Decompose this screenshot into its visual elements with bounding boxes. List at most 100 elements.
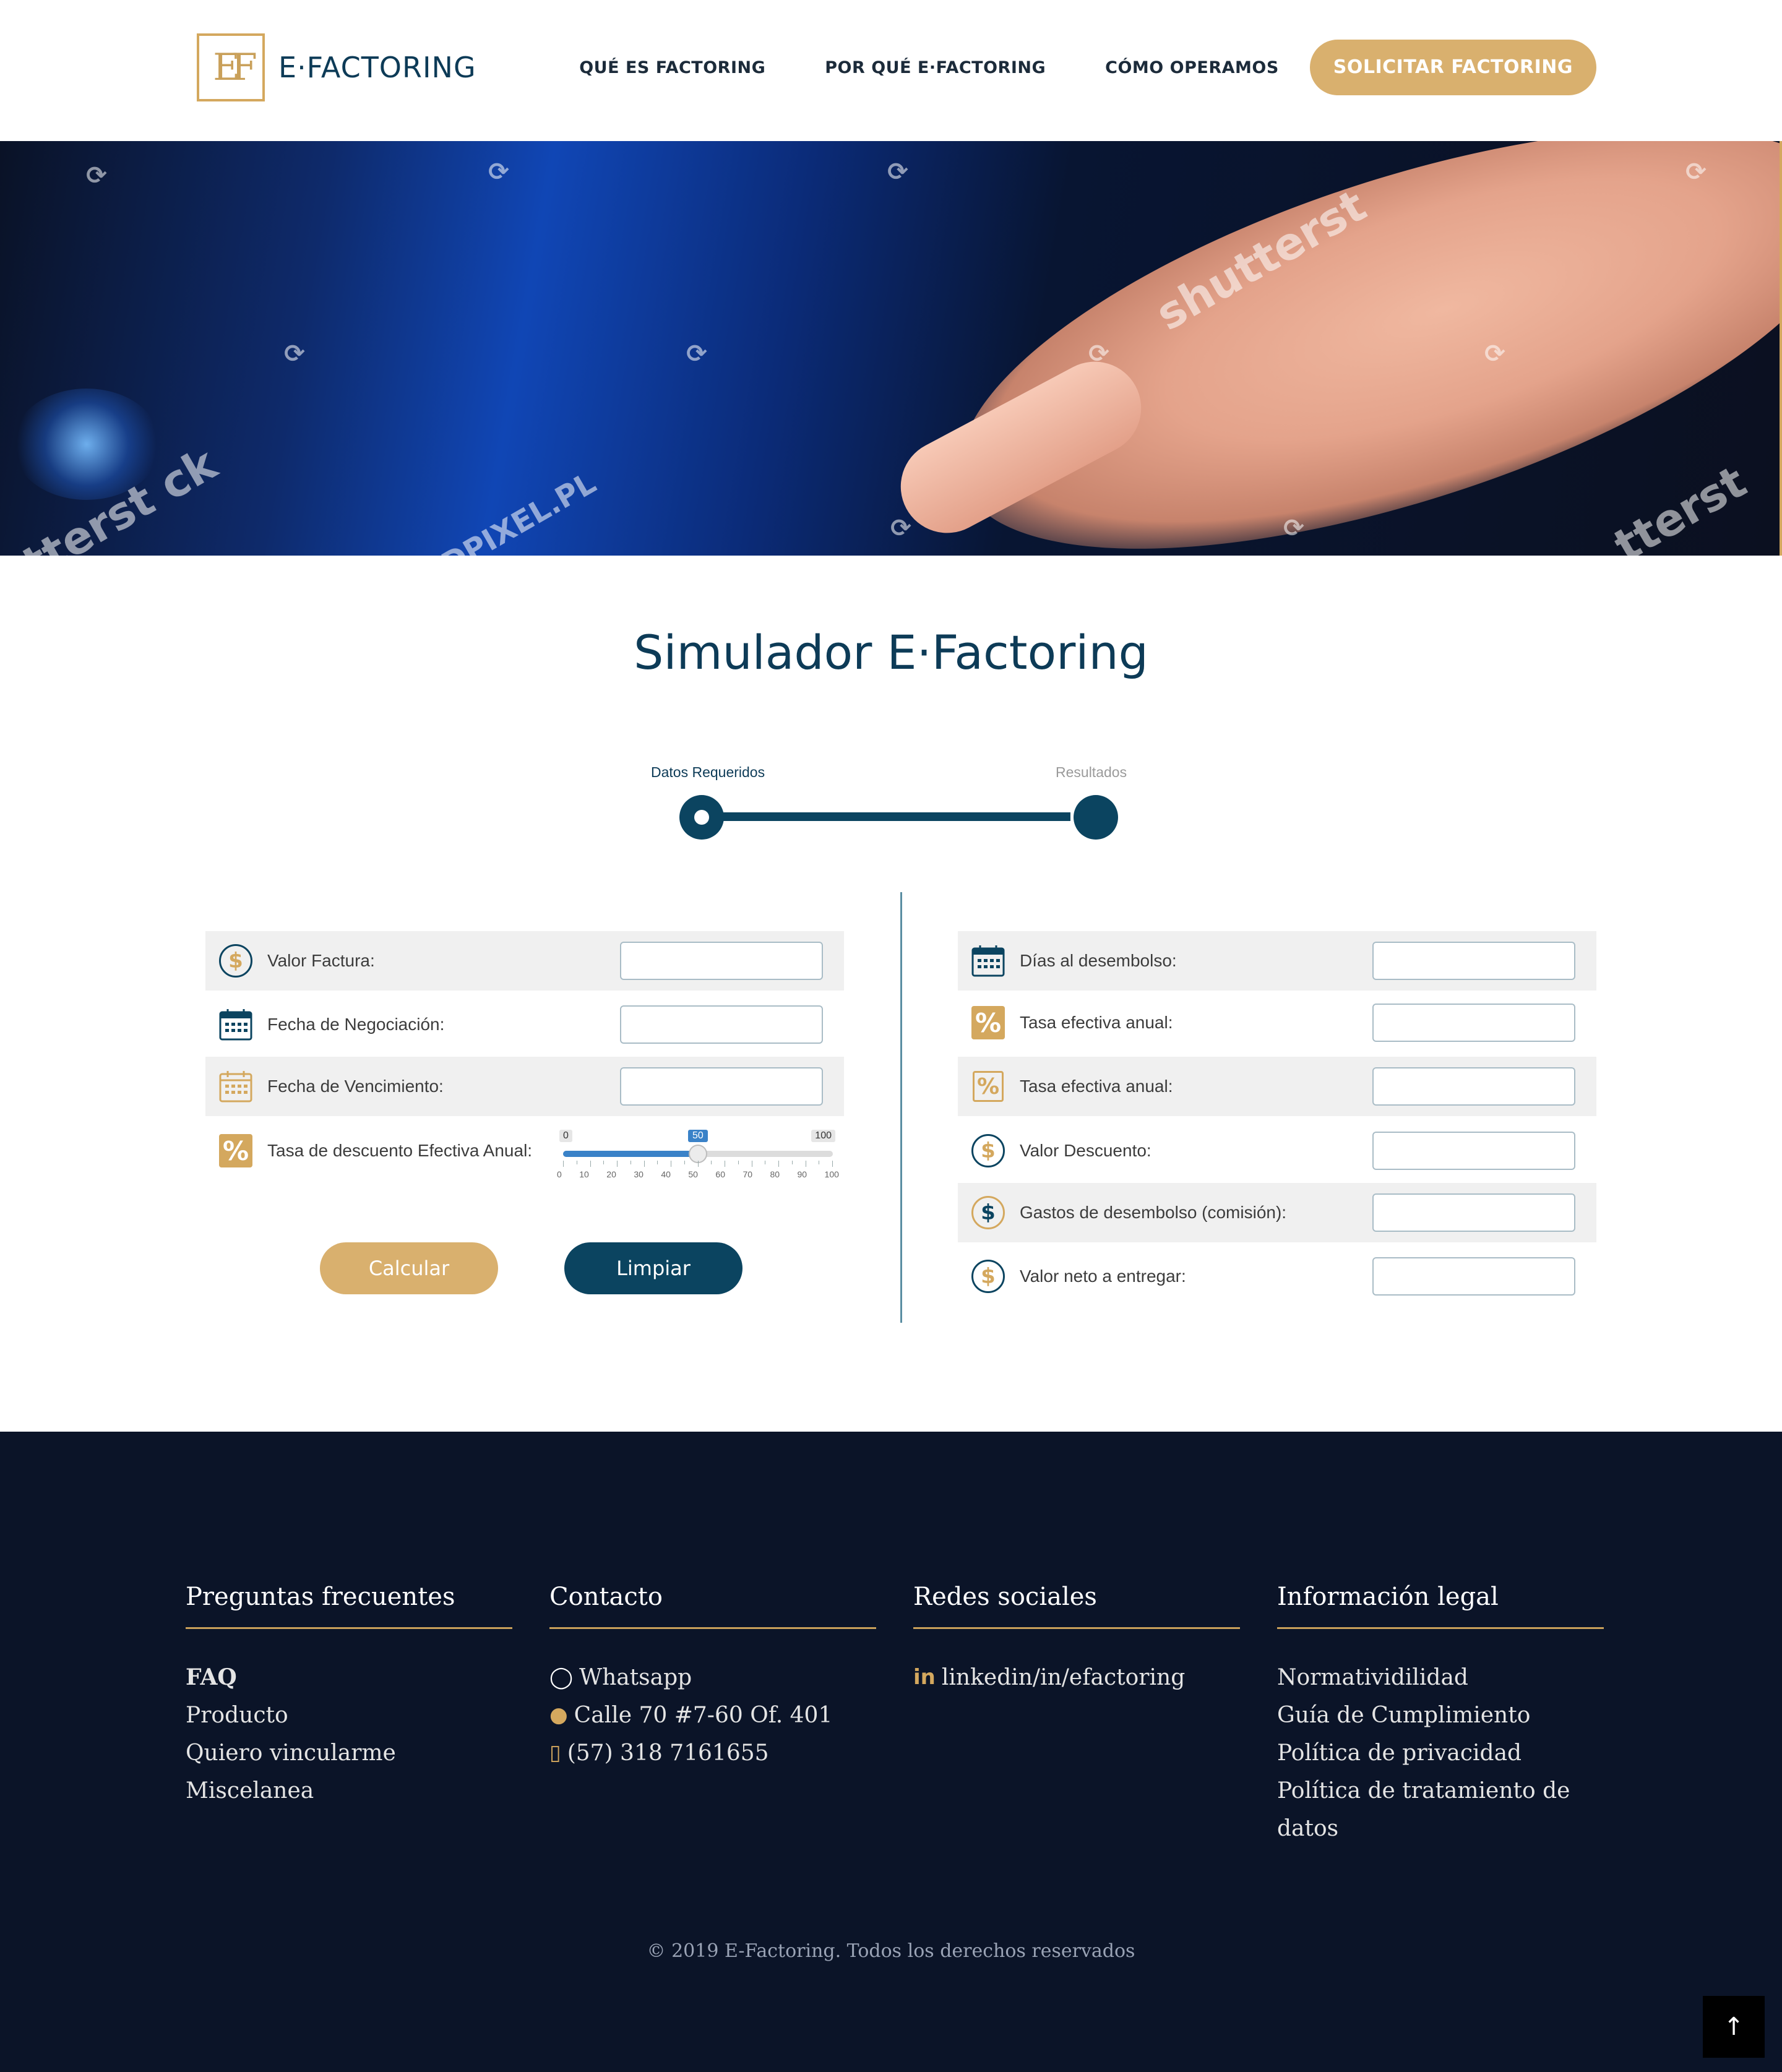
- calendar-icon: [970, 943, 1006, 979]
- slider-tick: [657, 1161, 658, 1164]
- slider-tick: [684, 1161, 685, 1164]
- footer-link-guia-cumplimiento[interactable]: Guía de Cumplimiento: [1277, 1696, 1604, 1734]
- field-valor-descuento: $ Valor Descuento:: [958, 1121, 1596, 1180]
- slider-tick: [617, 1161, 618, 1167]
- slider-tick: [590, 1161, 591, 1167]
- watermark-icon: ⟳: [1283, 514, 1304, 543]
- footer-link-linkedin[interactable]: in linkedin/in/efactoring: [913, 1659, 1240, 1696]
- field-label: Tasa efectiva anual:: [1020, 1013, 1173, 1032]
- dollar-circle-icon: $: [218, 943, 254, 979]
- solicitar-factoring-button[interactable]: SOLICITAR FACTORING: [1309, 40, 1596, 95]
- slider-tick-label: 0: [557, 1169, 562, 1179]
- back-to-top-button[interactable]: ↑: [1703, 1996, 1765, 2058]
- watermark-icon: ⟳: [686, 340, 707, 368]
- tasa-descuento-slider[interactable]: 0 50 100 0 10 20 30 40 50 60 70 80 90 100: [557, 1126, 839, 1179]
- slider-tick: [832, 1161, 833, 1167]
- slider-tick-labels: 0 10 20 30 40 50 60 70 80 90 100: [557, 1169, 839, 1179]
- slider-tick: [644, 1161, 645, 1167]
- percent-outline-icon: %: [970, 1068, 1006, 1104]
- fecha-negociacion-input[interactable]: [620, 1005, 823, 1044]
- nav-como-operamos[interactable]: CÓMO OPERAMOS: [1105, 58, 1279, 77]
- limpiar-button[interactable]: Limpiar: [564, 1242, 742, 1294]
- nav-por-que-efactoring[interactable]: POR QUÉ E·FACTORING: [825, 58, 1046, 77]
- footer-link-producto[interactable]: Producto: [186, 1696, 512, 1734]
- footer-link-miscelanea[interactable]: Miscelanea: [186, 1772, 512, 1810]
- watermark-icon: ⟳: [86, 161, 107, 190]
- step-dot-results[interactable]: [1074, 795, 1118, 840]
- step-label-datos: Datos Requeridos: [651, 764, 765, 780]
- footer-address-label: Calle 70 #7-60 Of. 401: [574, 1703, 833, 1728]
- slider-tick-label: 60: [715, 1169, 725, 1179]
- footer-heading: Información legal: [1277, 1583, 1604, 1629]
- step-dot-active[interactable]: [679, 795, 724, 840]
- watermark-icon: ⟳: [1088, 340, 1109, 368]
- footer-link-faq[interactable]: FAQ: [186, 1659, 512, 1696]
- footer-link-politica-datos[interactable]: Política de tratamiento de datos: [1277, 1772, 1604, 1847]
- logo-text: E·FACTORING: [278, 51, 476, 84]
- progress-steps: Datos Requeridos Resultados: [650, 764, 1132, 840]
- valor-descuento-output[interactable]: [1372, 1132, 1575, 1170]
- field-fecha-vencimiento: Fecha de Vencimiento:: [205, 1057, 844, 1116]
- slider-tick-label: 70: [742, 1169, 753, 1179]
- footer-link-politica-privacidad[interactable]: Política de privacidad: [1277, 1734, 1604, 1772]
- slider-tick: [778, 1161, 779, 1167]
- footer-phone-label: (57) 318 7161655: [567, 1740, 769, 1766]
- whatsapp-icon: ◯: [549, 1665, 574, 1690]
- watermark-icon: ⟳: [890, 514, 911, 543]
- footer-heading: Contacto: [549, 1583, 876, 1629]
- calendar-outline-icon: [218, 1068, 254, 1104]
- fecha-vencimiento-input[interactable]: [620, 1067, 823, 1106]
- watermark-icon: ⟳: [284, 340, 305, 368]
- field-tasa-descuento: % Tasa de descuento Efectiva Anual:: [205, 1121, 552, 1180]
- linkedin-icon: in: [913, 1665, 936, 1690]
- footer-col-contacto: Contacto ◯ Whatsapp ● Calle 70 #7-60 Of.…: [549, 1583, 876, 1772]
- percent-icon: %: [218, 1133, 254, 1169]
- mobile-phone-icon: ▯: [549, 1740, 561, 1765]
- dias-desembolso-output[interactable]: [1372, 942, 1575, 980]
- column-divider: [900, 892, 902, 1323]
- valor-neto-output[interactable]: [1372, 1257, 1575, 1296]
- map-pin-icon: ●: [549, 1703, 568, 1727]
- field-label: Tasa de descuento Efectiva Anual:: [267, 1141, 533, 1160]
- footer-link-quiero-vincularme[interactable]: Quiero vincularme: [186, 1734, 512, 1772]
- slider-tick-label: 80: [770, 1169, 780, 1179]
- footer-link-normatividad[interactable]: Normatividilidad: [1277, 1659, 1604, 1696]
- slider-tick-label: 40: [661, 1169, 671, 1179]
- field-valor-neto: $ Valor neto a entregar:: [958, 1247, 1596, 1306]
- footer-link-label: linkedin/in/efactoring: [941, 1665, 1186, 1690]
- field-tasa-efectiva-anual-1: % Tasa efectiva anual:: [958, 993, 1596, 1052]
- field-label: Valor Descuento:: [1020, 1141, 1151, 1160]
- footer-heading: Preguntas frecuentes: [186, 1583, 512, 1629]
- watermark-icon: ⟳: [1685, 158, 1707, 186]
- calendar-icon: [218, 1007, 254, 1042]
- slider-tick-label: 10: [579, 1169, 589, 1179]
- tasa-efectiva-anual-output-1[interactable]: [1372, 1004, 1575, 1042]
- arrow-up-icon: ↑: [1723, 2013, 1744, 2041]
- slider-tick: [711, 1161, 712, 1164]
- slider-value-label: 50: [688, 1130, 708, 1142]
- tasa-efectiva-anual-output-2[interactable]: [1372, 1067, 1575, 1106]
- field-label: Fecha de Negociación:: [267, 1015, 445, 1034]
- watermark-icon: ⟳: [1484, 340, 1505, 368]
- field-label: Fecha de Vencimiento:: [267, 1077, 444, 1096]
- slider-tick-label: 50: [688, 1169, 698, 1179]
- field-fecha-negociacion: Fecha de Negociación:: [205, 995, 844, 1054]
- hero-banner: shutterst tterst ck DPIXEL.PL tterst ⟳ ⟳…: [0, 141, 1782, 556]
- field-label: Tasa efectiva anual:: [1020, 1077, 1173, 1096]
- nav-que-es-factoring[interactable]: QUÉ ES FACTORING: [579, 58, 765, 77]
- footer-col-redes: Redes sociales in linkedin/in/efactoring: [913, 1583, 1240, 1696]
- calcular-button[interactable]: Calcular: [320, 1242, 498, 1294]
- footer-col-faq: Preguntas frecuentes FAQ Producto Quiero…: [186, 1583, 512, 1810]
- watermark-icon: ⟳: [887, 158, 908, 186]
- gastos-desembolso-output[interactable]: [1372, 1193, 1575, 1232]
- field-tasa-efectiva-anual-2: % Tasa efectiva anual:: [958, 1057, 1596, 1116]
- valor-factura-input[interactable]: [620, 942, 823, 980]
- field-label: Gastos de desembolso (comisión):: [1020, 1203, 1287, 1222]
- site-header: EF E·FACTORING QUÉ ES FACTORING POR QUÉ …: [0, 0, 1782, 141]
- footer-phone[interactable]: ▯ (57) 318 7161655: [549, 1734, 876, 1772]
- brand-logo[interactable]: EF E·FACTORING: [197, 33, 476, 101]
- footer-link-whatsapp[interactable]: ◯ Whatsapp: [549, 1659, 876, 1696]
- slider-tick-label: 100: [824, 1169, 839, 1179]
- field-label: Días al desembolso:: [1020, 951, 1177, 970]
- field-label: Valor Factura:: [267, 951, 375, 970]
